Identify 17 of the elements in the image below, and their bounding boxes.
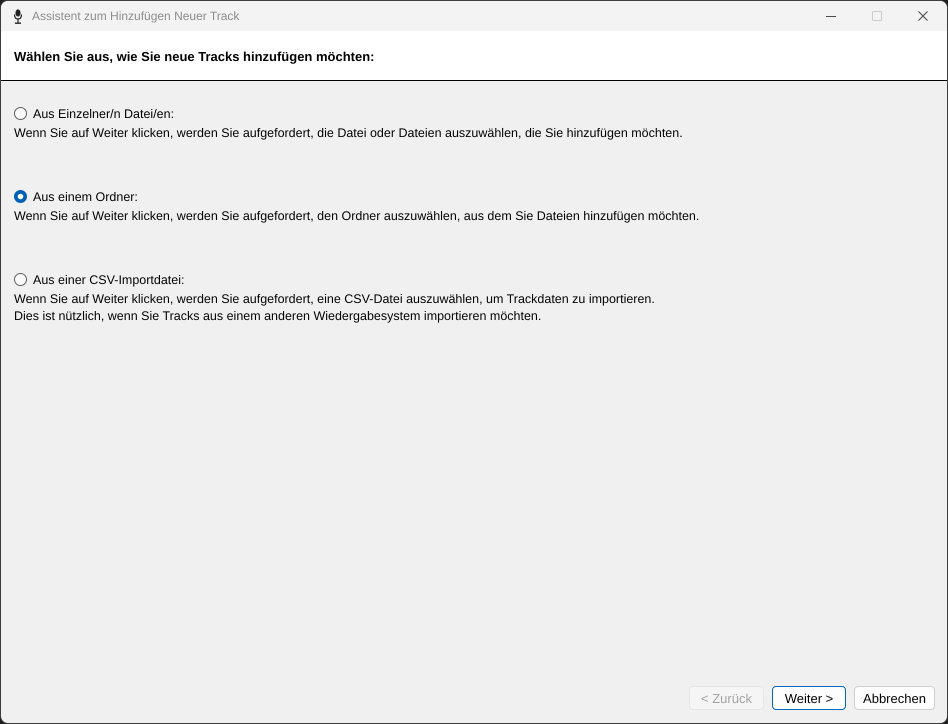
option-label: Aus einer CSV-Importdatei: [33,272,184,286]
option-description: Dies ist nützlich, wenn Sie Tracks aus einem anderen Wiedergabesystem importieren möchten. [14,308,542,325]
maximize-icon [872,11,882,21]
page-heading: Wählen Sie aus, wie Sie neue Tracks hinzufügen möchten: [14,49,374,64]
option-description: Wenn Sie auf Weiter klicken, werden Sie aufgefordert, die Datei oder Dateien auszuwählen, die Sie hinzufügen möchten. [14,125,684,142]
option-label: Aus einem Ordner: [33,190,138,204]
microphone-icon [13,8,23,24]
radio-button[interactable] [14,273,27,286]
option-description: Wenn Sie auf Weiter klicken, werden Sie aufgefordert, den Ordner auszuwählen, aus dem Sie Dateien hinzufügen möchten. [14,208,700,225]
option-label: Aus Einzelner/n Datei/en: [33,106,174,120]
close-icon [918,11,928,21]
option-description: Wenn Sie auf Weiter klicken, werden Sie aufgefordert, eine CSV-Datei auszuwählen, um Trackdaten zu importieren. [14,291,656,308]
window-title: Assistent zum Hinzufügen Neuer Track [32,9,240,23]
next-button[interactable]: Weiter > [772,686,846,710]
cancel-button[interactable]: Abbrechen [854,686,935,710]
radio-button[interactable] [14,190,27,203]
radio-button[interactable] [14,107,27,120]
